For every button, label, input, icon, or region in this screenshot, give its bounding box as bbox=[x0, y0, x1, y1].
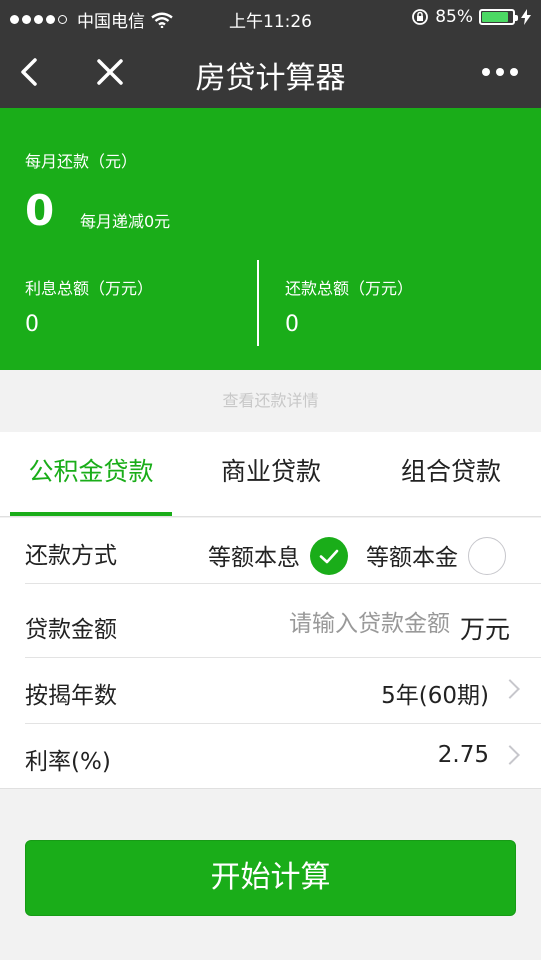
battery-percent: 85% bbox=[435, 7, 473, 27]
charging-bolt-icon bbox=[521, 9, 531, 25]
interest-rate-label: 利率(%) bbox=[25, 749, 111, 775]
loan-type-tabs: 公积金贷款 商业贷款 组合贷款 bbox=[0, 432, 541, 517]
page-title: 房贷计算器 bbox=[195, 61, 346, 96]
row-divider bbox=[25, 583, 541, 584]
tab-commercial-loan[interactable]: 商业贷款 bbox=[190, 432, 352, 516]
tab-provident-fund-loan[interactable]: 公积金贷款 bbox=[10, 432, 172, 516]
loan-form: 还款方式 等额本息 等额本金 贷款金额 万元 按揭年数 5年(60期) 利率(%… bbox=[0, 518, 541, 789]
chevron-right-icon bbox=[500, 745, 520, 765]
repay-method-row: 还款方式 等额本息 等额本金 bbox=[0, 518, 541, 584]
chevron-right-icon bbox=[500, 679, 520, 699]
status-right: 85% bbox=[411, 7, 531, 27]
loan-amount-label: 贷款金额 bbox=[25, 617, 117, 643]
loan-amount-row: 贷款金额 万元 bbox=[0, 592, 541, 658]
summary-divider bbox=[257, 260, 259, 346]
total-repayment-value: 0 bbox=[285, 312, 299, 337]
monthly-payment-value: 0 bbox=[25, 186, 55, 235]
monthly-decrease-text: 每月递减0元 bbox=[80, 212, 171, 231]
equal-installment-option-label[interactable]: 等额本息 bbox=[208, 538, 300, 572]
mortgage-years-label: 按揭年数 bbox=[25, 683, 117, 709]
interest-rate-row[interactable]: 利率(%) 2.75 bbox=[0, 724, 541, 790]
tab-combined-loan[interactable]: 组合贷款 bbox=[370, 432, 532, 516]
equal-installment-radio[interactable] bbox=[310, 537, 348, 575]
more-icon[interactable] bbox=[478, 54, 522, 90]
status-bar: 中国电信 上午11:26 85% bbox=[0, 0, 541, 36]
mortgage-years-row[interactable]: 按揭年数 5年(60期) bbox=[0, 658, 541, 724]
rotation-lock-icon bbox=[412, 9, 429, 25]
checkmark-icon bbox=[319, 549, 339, 564]
equal-principal-option-label[interactable]: 等额本金 bbox=[366, 538, 458, 572]
monthly-payment-label: 每月还款（元） bbox=[25, 152, 138, 171]
repay-method-label: 还款方式 bbox=[25, 543, 117, 569]
equal-principal-radio[interactable] bbox=[468, 537, 506, 575]
mortgage-years-value: 5年(60期) bbox=[381, 683, 489, 709]
loan-amount-input[interactable] bbox=[240, 606, 450, 642]
view-repayment-details-link[interactable]: 查看还款详情 bbox=[0, 370, 541, 432]
total-interest-label: 利息总额（万元） bbox=[25, 279, 154, 298]
total-interest-value: 0 bbox=[25, 312, 39, 337]
loan-amount-unit: 万元 bbox=[460, 615, 511, 644]
interest-rate-value: 2.75 bbox=[437, 742, 489, 768]
result-summary: 每月还款（元） 0 每月递减0元 利息总额（万元） 0 还款总额（万元） 0 bbox=[0, 108, 541, 370]
navigation-bar: 房贷计算器 bbox=[0, 36, 541, 108]
start-calculation-button[interactable]: 开始计算 bbox=[25, 840, 516, 916]
battery-icon bbox=[479, 9, 518, 25]
total-repayment-label: 还款总额（万元） bbox=[285, 279, 414, 298]
